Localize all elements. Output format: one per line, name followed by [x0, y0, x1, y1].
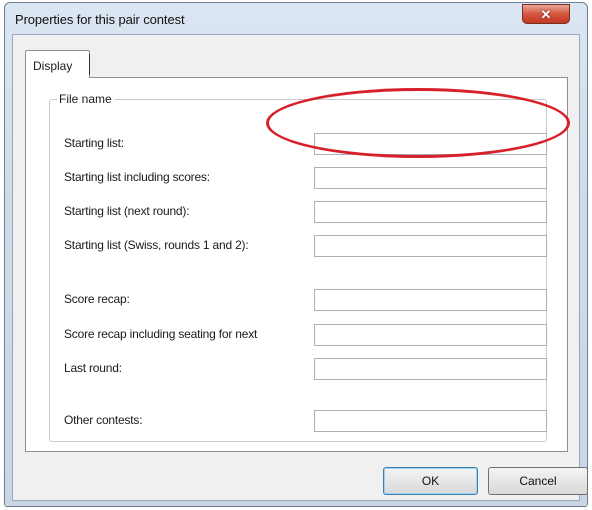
starting-list-scores-input[interactable]	[314, 167, 547, 189]
ok-button[interactable]: OK	[383, 467, 478, 495]
group-legend: File name	[57, 92, 114, 106]
tab-divider	[89, 54, 90, 75]
score-recap-label: Score recap:	[64, 292, 130, 306]
last-round-label: Last round:	[64, 361, 122, 375]
dialog-body: Display File name Starting list: Startin…	[12, 34, 588, 501]
tab-display-label: Display	[33, 59, 73, 73]
window-title: Properties for this pair contest	[15, 12, 185, 27]
starting-list-next-round-input[interactable]	[314, 201, 547, 223]
cancel-button[interactable]: Cancel	[488, 467, 588, 495]
starting-list-swiss-input[interactable]	[314, 235, 547, 257]
starting-list-scores-label: Starting list including scores:	[64, 170, 210, 184]
score-recap-input[interactable]	[314, 289, 547, 311]
starting-list-next-round-label: Starting list (next round):	[64, 204, 190, 218]
dialog-window: Properties for this pair contest ✕ Displ…	[4, 2, 588, 507]
score-recap-seating-label: Score recap including seating for next	[64, 327, 258, 341]
starting-list-input[interactable]	[314, 133, 547, 155]
file-name-group: File name Starting list: Starting list i…	[49, 92, 547, 442]
score-recap-seating-input[interactable]	[314, 324, 547, 346]
other-contests-label: Other contests:	[64, 413, 143, 427]
tab-display[interactable]: Display	[25, 50, 90, 78]
tab-panel-display: File name Starting list: Starting list i…	[25, 77, 568, 452]
close-button[interactable]: ✕	[522, 4, 570, 24]
starting-list-label: Starting list:	[64, 136, 124, 150]
other-contests-input[interactable]	[314, 410, 547, 432]
last-round-input[interactable]	[314, 358, 547, 380]
starting-list-swiss-label: Starting list (Swiss, rounds 1 and 2):	[64, 238, 249, 252]
close-icon: ✕	[540, 6, 552, 22]
title-bar[interactable]: Properties for this pair contest ✕	[5, 3, 587, 33]
